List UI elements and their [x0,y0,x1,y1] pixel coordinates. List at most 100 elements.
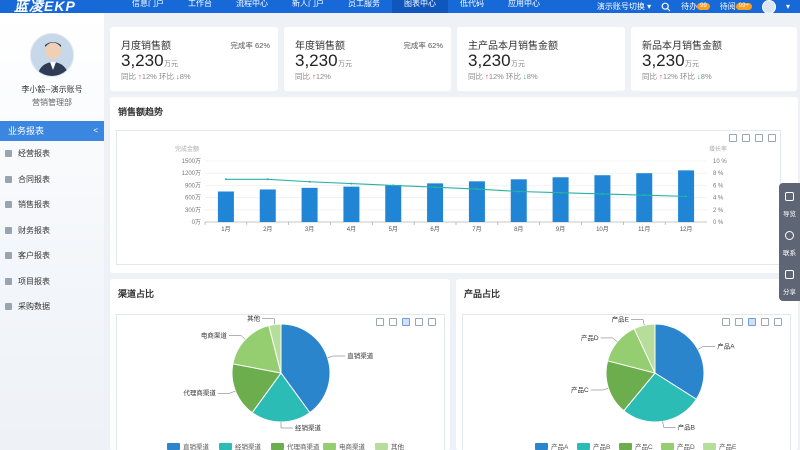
kpi-unit: 万元 [164,61,178,68]
yoy-label: 同比 [295,72,310,81]
menu-group-business-reports[interactable]: 业务报表 < [0,121,104,141]
nav-item-chart-center[interactable]: 图表中心 [392,0,448,13]
product-chart-box: 产品A 产品B 产品C 产品D 产品E 产品A 产品B 产品C 产品D 产品E [462,314,791,450]
report-icon [5,201,12,209]
line-point [308,180,311,183]
label-leader-line [590,387,609,391]
panel-title: 销售额趋势 [118,107,164,117]
float-share-button[interactable]: 分享 [779,261,800,300]
nav-item-process-center[interactable]: 流程中心 [224,0,280,13]
y-tick-label: 1200万 [182,170,201,177]
product-share-panel: 产品占比 产品A 产品B 产品C 产品D 产品E 产品A 产品B 产品C 产品D 产品E [456,279,798,450]
bar [510,179,527,222]
menu-group-label: 业务报表 [8,126,45,136]
sidebar-item-label: 销售报表 [18,200,50,210]
kpi-card-monthly-sales[interactable]: 月度销售额 完成率 62% 3,230 万元 同比 ↑12% 环比 ↓8% [110,27,278,91]
x-tick-label: 3月 [305,226,314,233]
download-icon[interactable] [729,134,737,142]
nav-item-app-center[interactable]: 应用中心 [496,0,552,13]
kpi-card-main-product-sales[interactable]: 主产品本月销售金额 3,230 万元 同比 ↑12% 环比 ↓8% [457,27,625,91]
line-point [475,188,478,191]
crop-icon[interactable] [761,318,769,326]
panel-title: 产品占比 [464,289,501,299]
legend-swatch [577,443,590,450]
download-icon[interactable] [722,318,730,326]
kpi-comparison: 同比 ↑12% 环比 ↓8% [468,71,538,82]
chart-toolbar [376,318,436,326]
kpi-card-annual-sales[interactable]: 年度销售额 完成率 62% 3,230 万元 同比 ↑12% [284,27,451,91]
sidebar-item-label: 客户报表 [18,251,50,261]
sales-trend-chart-box: 完成金额 增长率 0万 300万 600万 900万 1200万 1500万 0 % 2 % 4 %… [116,130,781,265]
y2-tick-label: 8 % [713,171,724,177]
slice-label: 直销渠道 [347,351,374,360]
nav-item-workbench[interactable]: 工作台 [176,0,224,13]
legend-label: 其他 [391,442,405,450]
report-icon [5,303,12,311]
data-view-icon[interactable] [748,318,756,326]
legend-label: 产品C [635,442,653,450]
kpi-value: 3,230 [121,51,164,70]
download-icon[interactable] [376,318,384,326]
float-guide-button[interactable]: 导览 [779,183,800,222]
sidebar-item-contracts[interactable]: 合同报表 [0,167,104,193]
search-icon[interactable] [661,2,671,12]
chevron-down-icon[interactable]: ▾ [786,2,790,11]
sidebar-item-customers[interactable]: 客户报表 [0,243,104,269]
refresh-icon[interactable] [389,318,397,326]
y2-tick-label: 10 % [713,159,727,165]
label-leader-line [262,318,276,325]
label-leader-line [228,335,246,340]
nav-item-newcomer-portal[interactable]: 新人门户 [280,0,336,13]
sidebar: 李小毅--演示账号 营销管理部 业务报表 < 经营报表 合同报表 销售报表 财务… [0,13,104,450]
sidebar-item-label: 项目报表 [18,276,50,286]
nav-item-low-code[interactable]: 低代码 [448,0,496,13]
zoom-icon[interactable] [774,318,782,326]
refresh-icon[interactable] [768,134,776,142]
nav-item-info-portal[interactable]: 信息门户 [120,0,176,13]
user-avatar-small[interactable] [761,0,776,14]
mom-label: 环比 [679,72,695,81]
yoy-label: 同比 [642,72,657,81]
y-axis-title: 完成金额 [175,145,199,153]
x-tick-label: 4月 [347,226,356,233]
bar [343,186,360,222]
refresh-icon[interactable] [735,318,743,326]
bar [301,187,318,222]
yoy-label: 同比 [121,72,136,81]
sidebar-item-operations[interactable]: 经营报表 [0,141,104,167]
account-switch[interactable]: 演示账号切换 ▾ [597,2,651,11]
y-tick-label: 300万 [185,207,201,214]
avatar[interactable] [30,33,74,77]
help-icon [785,231,794,240]
crop-icon[interactable] [742,134,750,142]
to-read-link[interactable]: 待阅 99+ [720,2,752,11]
y-tick-label: 600万 [185,195,201,202]
label-leader-line [600,337,618,342]
x-tick-label: 7月 [472,226,481,233]
mom-label: 环比 [505,72,521,81]
todo-link[interactable]: 待办 99 [681,2,710,11]
kpi-card-new-product-sales[interactable]: 新品本月销售金额 3,230 万元 同比 ↑12% 环比 ↓8% [631,27,797,91]
zoom-icon[interactable] [755,134,763,142]
x-tick-label: 1月 [221,226,230,233]
data-view-icon[interactable] [402,318,410,326]
zoom-icon[interactable] [428,318,436,326]
channel-chart-box: 直销渠道 经销渠道 代理商渠道 电商渠道 其他 直销渠道 经销渠道 代理商渠道 电商渠道 其他 [116,313,445,450]
nav-item-employee-service[interactable]: 员工服务 [336,0,392,13]
sidebar-item-purchasing[interactable]: 采购数据 [0,294,104,320]
float-contact-button[interactable]: 联系 [779,222,800,261]
sidebar-item-sales[interactable]: 销售报表 [0,192,104,218]
to-read-badge: 99+ [735,2,752,10]
line-point [224,178,227,181]
line-point [685,195,688,198]
label-leader-line [697,346,716,350]
sidebar-item-projects[interactable]: 项目报表 [0,269,104,295]
sidebar-item-label: 财务报表 [18,225,50,235]
sidebar-item-finance[interactable]: 财务报表 [0,218,104,244]
product-pie-chart: 产品A 产品B 产品C 产品D 产品E 产品A 产品B 产品C 产品D 产品E [535,314,737,450]
crop-icon[interactable] [415,318,423,326]
kpi-title: 主产品本月销售金额 [468,41,558,52]
kpi-comparison: 同比 ↑12% 环比 ↓8% [642,71,712,82]
legend-label: 产品E [719,442,737,450]
sales-trend-chart: 完成金额 增长率 0万 300万 600万 900万 1200万 1500万 0 % 2 % 4 %… [175,145,727,233]
